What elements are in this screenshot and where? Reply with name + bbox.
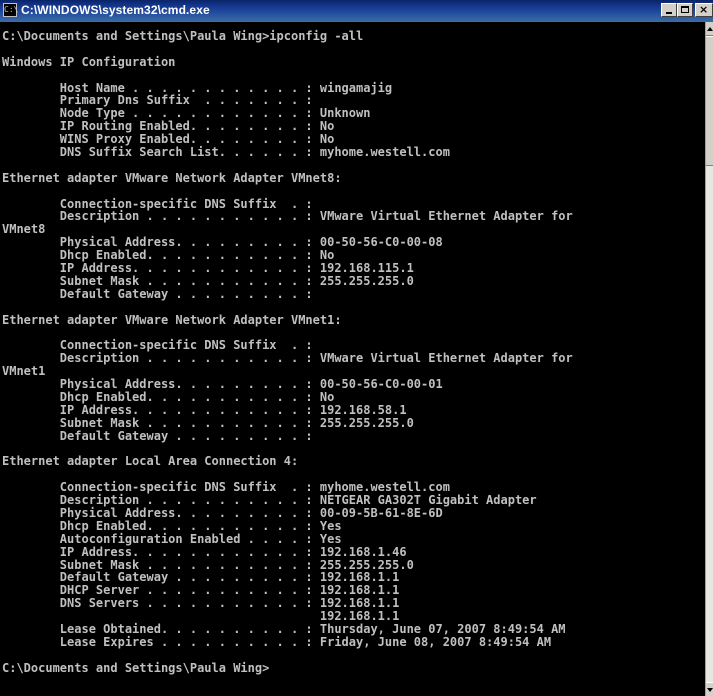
console-line: Windows IP Configuration bbox=[2, 54, 176, 69]
console-line: DNS Suffix Search List. . . . . . : myho… bbox=[2, 145, 450, 160]
console-line: Subnet Mask . . . . . . . . . . . : 255.… bbox=[2, 415, 414, 430]
console-line: Physical Address. . . . . . . . . : 00-5… bbox=[2, 377, 443, 392]
arrow-up-icon bbox=[707, 27, 713, 31]
console-line: IP Address. . . . . . . . . . . . : 192.… bbox=[2, 402, 407, 417]
console-line: Ethernet adapter Local Area Connection 4… bbox=[2, 454, 299, 469]
console-output[interactable]: C:\Documents and Settings\Paula Wing>ipc… bbox=[0, 22, 705, 696]
vertical-scrollbar[interactable] bbox=[705, 22, 713, 696]
console-line: IP Address. . . . . . . . . . . . : 192.… bbox=[2, 544, 407, 559]
minimize-icon bbox=[666, 12, 672, 14]
close-icon: × bbox=[699, 3, 709, 16]
maximize-button[interactable] bbox=[677, 3, 693, 17]
console-line: Ethernet adapter VMware Network Adapter … bbox=[2, 170, 342, 185]
minimize-button[interactable] bbox=[661, 3, 677, 17]
close-button[interactable]: × bbox=[695, 3, 713, 17]
window-title: C:\WINDOWS\system32\cmd.exe bbox=[21, 3, 210, 17]
console-line: Dhcp Enabled. . . . . . . . . . . : No bbox=[2, 389, 335, 404]
console-line: Description . . . . . . . . . . . : VMwa… bbox=[2, 351, 573, 366]
cmd-icon[interactable]: C:\ bbox=[3, 3, 18, 17]
console-line: Description . . . . . . . . . . . : VMwa… bbox=[2, 209, 573, 224]
console-line: Physical Address. . . . . . . . . : 00-0… bbox=[2, 505, 443, 520]
console-line: Lease Expires . . . . . . . . . . : Frid… bbox=[2, 634, 552, 649]
console-line: Autoconfiguration Enabled . . . . : Yes bbox=[2, 531, 342, 546]
scroll-thumb[interactable] bbox=[706, 36, 713, 166]
console-line: Ethernet adapter VMware Network Adapter … bbox=[2, 312, 342, 327]
console-line: Default Gateway . . . . . . . . . : bbox=[2, 428, 313, 443]
scroll-up-button[interactable] bbox=[706, 22, 713, 36]
scroll-down-button[interactable] bbox=[706, 682, 713, 696]
maximize-icon bbox=[681, 6, 689, 13]
console-line: C:\Documents and Settings\Paula Wing>ipc… bbox=[2, 29, 364, 43]
arrow-down-icon bbox=[707, 688, 713, 692]
console-line: Subnet Mask . . . . . . . . . . . : 255.… bbox=[2, 273, 414, 288]
console-text: C:\Documents and Settings\Paula Wing>ipc… bbox=[0, 22, 705, 675]
console-line: Dhcp Enabled. . . . . . . . . . . : Yes bbox=[2, 518, 342, 533]
console-line: C:\Documents and Settings\Paula Wing> bbox=[2, 660, 270, 675]
title-bar[interactable]: C:\ C:\WINDOWS\system32\cmd.exe × bbox=[0, 0, 713, 22]
console-line: Default Gateway . . . . . . . . . : bbox=[2, 286, 313, 301]
console-line: IP Address. . . . . . . . . . . . : 192.… bbox=[2, 261, 414, 276]
console-line: Lease Obtained. . . . . . . . . . : Thur… bbox=[2, 621, 566, 636]
